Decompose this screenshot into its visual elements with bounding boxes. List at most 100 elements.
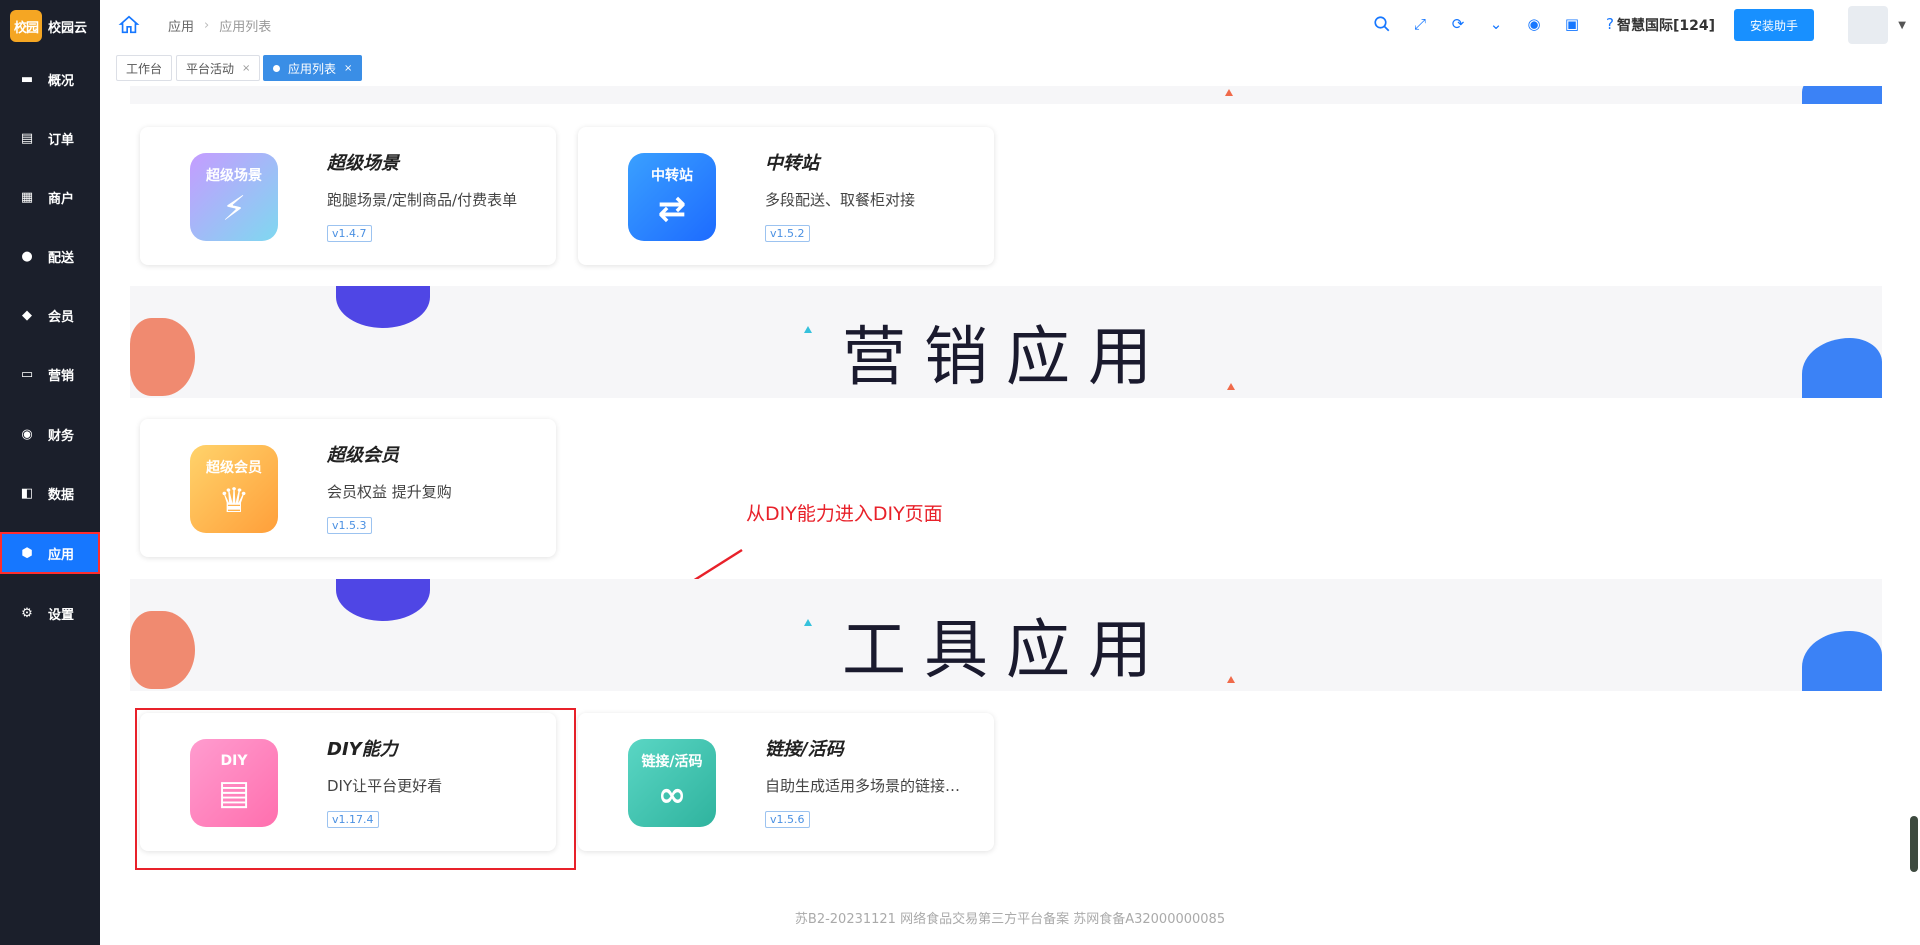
moneybag-icon: ◉: [21, 426, 33, 442]
annotation-text: 从DIY能力进入DIY页面: [746, 503, 943, 525]
toolbar-icons: ⤢ ⟳ ⌄ ◉ ▣ ?: [1372, 14, 1620, 34]
active-dot-icon: [273, 64, 280, 72]
sidebar-item-label: 设置: [48, 607, 75, 623]
sidebar-item-marketing[interactable]: ▭ 营销: [0, 353, 100, 395]
chart-icon: ◧: [20, 485, 34, 501]
tab-app-list[interactable]: 应用列表 ×: [263, 55, 363, 81]
sidebar: 校园 校园云 ▬ 概况 ▤ 订单 ▦ 商户 ● 配送 ◆ 会员 ▭ 营销 ◉ 财…: [0, 0, 100, 945]
tab-platform-activity[interactable]: 平台活动 ×: [176, 55, 261, 81]
crown-icon: ♛: [218, 481, 250, 521]
avatar[interactable]: [1848, 6, 1888, 44]
top-header: 应用 › 应用列表 ⤢ ⟳ ⌄ ◉ ▣ ? 智慧国际[124] 安装助手 ▼: [100, 0, 1920, 51]
caret-down-icon[interactable]: ▼: [1898, 20, 1906, 31]
breadcrumb: 应用 › 应用列表: [168, 16, 271, 35]
account-name[interactable]: 智慧国际[124]: [1617, 15, 1715, 35]
close-icon[interactable]: ×: [242, 63, 250, 74]
search-icon[interactable]: [1372, 14, 1392, 34]
delivery-icon: ●: [21, 248, 33, 264]
logo-text: 校园云: [48, 20, 88, 36]
app-name: 中转站: [765, 153, 819, 174]
close-icon[interactable]: ×: [344, 63, 352, 74]
link-code-icon: 链接/活码 ∞: [628, 739, 716, 827]
app-icon-text: 超级场景: [206, 168, 262, 184]
app-desc: 跑腿场景/定制商品/付费表单: [327, 191, 518, 209]
app-version: v1.5.2: [765, 225, 810, 242]
refresh-icon[interactable]: ⟳: [1448, 14, 1468, 34]
logo-badge: 校园: [10, 10, 42, 42]
sidebar-item-delivery[interactable]: ● 配送: [0, 235, 100, 277]
monitor-icon: ▬: [20, 71, 34, 87]
sidebar-item-label: 概况: [48, 73, 75, 89]
app-card-super-scene[interactable]: 超级场景 ⚡ 超级场景 跑腿场景/定制商品/付费表单 v1.4.7: [140, 127, 556, 265]
app-name: 超级场景: [327, 153, 399, 174]
breadcrumb-item[interactable]: 应用: [168, 16, 194, 35]
app-icon-text: 链接/活码: [641, 754, 703, 770]
ticket-icon: ▭: [20, 366, 34, 382]
sidebar-item-merchants[interactable]: ▦ 商户: [0, 176, 100, 218]
app-version: v1.5.6: [765, 811, 810, 828]
screen-icon[interactable]: ▣: [1562, 14, 1582, 34]
sidebar-item-label: 应用: [48, 547, 75, 563]
tabs-bar: 工作台 平台活动 × 应用列表 ×: [100, 50, 1920, 87]
tab-label: 工作台: [126, 61, 163, 76]
decor-triangle-icon: [1225, 89, 1233, 96]
order-icon: ▤: [20, 130, 34, 146]
app-desc: 自助生成适用多场景的链接与活码: [765, 777, 975, 795]
sidebar-item-label: 会员: [48, 309, 75, 325]
tab-label: 平台活动: [186, 61, 235, 76]
link-icon: ∞: [657, 775, 687, 815]
app-name: 链接/活码: [765, 739, 844, 760]
section-title: 营销应用: [842, 321, 1170, 395]
app-version: v1.5.3: [327, 517, 372, 534]
tab-workbench[interactable]: 工作台: [116, 55, 173, 81]
sidebar-item-label: 配送: [48, 250, 75, 266]
app-version: v1.4.7: [327, 225, 372, 242]
app-card-link-code[interactable]: 链接/活码 ∞ 链接/活码 自助生成适用多场景的链接与活码 v1.5.6: [578, 713, 994, 851]
section-title: 工具应用: [842, 614, 1170, 688]
gear-icon: ⚙: [21, 605, 33, 621]
cube-icon: ⬢: [21, 545, 33, 561]
sidebar-item-label: 营销: [48, 368, 75, 384]
app-icon-text: 超级会员: [206, 460, 262, 476]
main-content: 超级场景 ⚡ 超级场景 跑腿场景/定制商品/付费表单 v1.4.7 中转站 ⇄ …: [100, 86, 1920, 945]
sidebar-item-label: 订单: [48, 132, 75, 148]
app-card-super-member[interactable]: 超级会员 ♛ 超级会员 会员权益 提升复购 v1.5.3: [140, 419, 556, 557]
chevron-down-circle-icon[interactable]: ⌄: [1486, 14, 1506, 34]
tab-label: 应用列表: [288, 61, 337, 76]
sidebar-item-members[interactable]: ◆ 会员: [0, 294, 100, 336]
home-icon[interactable]: [118, 14, 140, 36]
swap-arrows-icon: ⇄: [657, 189, 687, 229]
store-icon: ▦: [20, 189, 34, 205]
app-desc: 多段配送、取餐柜对接: [765, 191, 916, 209]
sidebar-item-overview[interactable]: ▬ 概况: [0, 58, 100, 100]
sidebar-item-data[interactable]: ◧ 数据: [0, 472, 100, 514]
super-scene-icon: 超级场景 ⚡: [190, 153, 278, 241]
sidebar-item-label: 商户: [48, 191, 75, 207]
logo: 校园 校园云: [10, 10, 87, 42]
sidebar-item-settings[interactable]: ⚙ 设置: [0, 592, 100, 634]
transfer-icon: 中转站 ⇄: [628, 153, 716, 241]
banner-partial: [130, 86, 1882, 104]
decor-blob: [1802, 86, 1882, 104]
sidebar-item-label: 数据: [48, 487, 75, 503]
app-desc: 会员权益 提升复购: [327, 483, 452, 501]
breadcrumb-current: 应用列表: [219, 20, 272, 35]
lightning-icon: ⚡: [222, 189, 246, 229]
install-helper-button[interactable]: 安装助手: [1734, 9, 1814, 41]
sidebar-item-finance[interactable]: ◉ 财务: [0, 413, 100, 455]
super-member-icon: 超级会员 ♛: [190, 445, 278, 533]
sidebar-item-label: 财务: [48, 428, 75, 444]
app-card-transfer[interactable]: 中转站 ⇄ 中转站 多段配送、取餐柜对接 v1.5.2: [578, 127, 994, 265]
section-banner-tools: 工具应用: [130, 579, 1882, 691]
fullscreen-icon[interactable]: ⤢: [1410, 14, 1430, 34]
app-name: 超级会员: [327, 445, 399, 466]
section-banner-marketing: 营销应用: [130, 286, 1882, 398]
app-icon-text: 中转站: [651, 168, 693, 184]
sidebar-item-orders[interactable]: ▤ 订单: [0, 117, 100, 159]
scrollbar-handle[interactable]: [1910, 816, 1918, 872]
sidebar-item-apps[interactable]: ⬢ 应用: [0, 532, 100, 574]
footer-icp: 苏B2-20231121 网络食品交易第三方平台备案 苏网食备A32000000…: [794, 912, 1226, 927]
breadcrumb-separator-icon: ›: [204, 18, 210, 33]
annotation-highlight-box: [135, 708, 576, 870]
eye-icon[interactable]: ◉: [1524, 14, 1544, 34]
